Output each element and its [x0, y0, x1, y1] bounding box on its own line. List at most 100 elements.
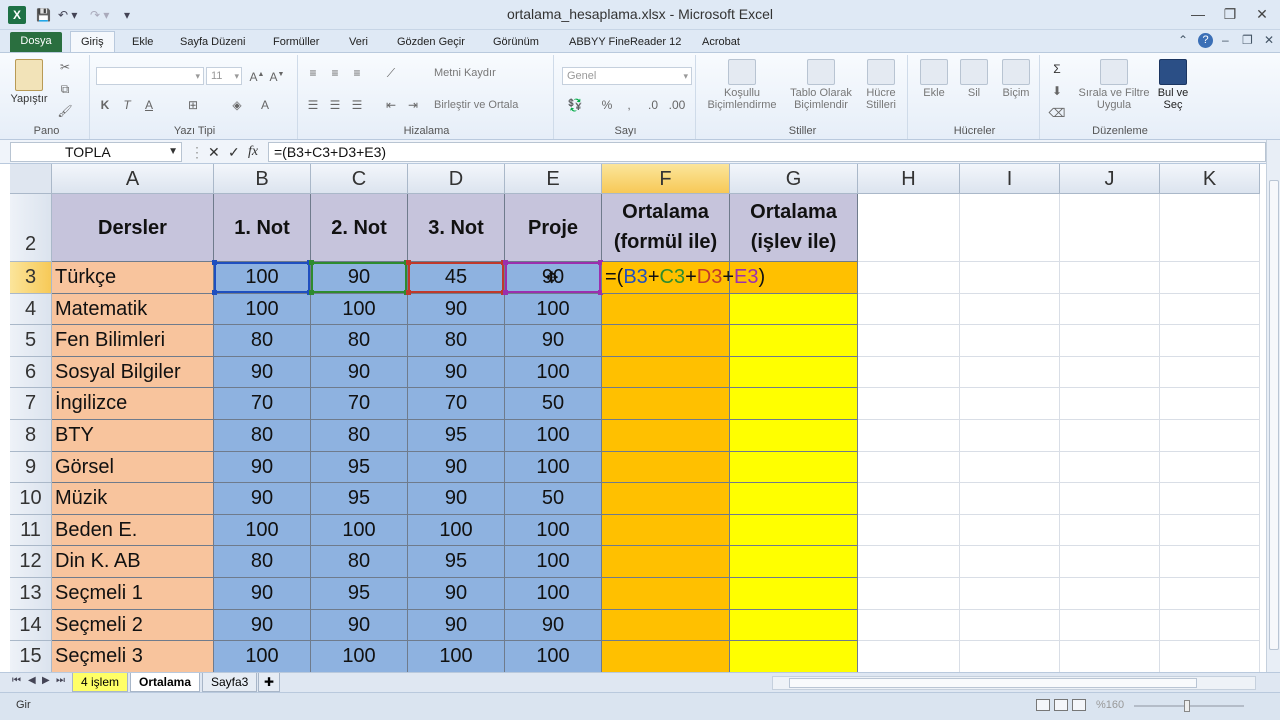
column-header-i[interactable]: I [960, 164, 1060, 194]
empty-cell[interactable] [1160, 325, 1260, 357]
cell-f[interactable] [602, 356, 730, 389]
cell-a[interactable]: Seçmeli 2 [52, 609, 214, 642]
cell-a[interactable]: BTY [52, 420, 214, 452]
cell-d[interactable]: 100 [408, 514, 505, 547]
cell-b[interactable]: 100 [214, 262, 311, 294]
cell-f[interactable] [602, 388, 730, 420]
empty-cell[interactable] [858, 262, 960, 294]
empty-cell[interactable] [960, 420, 1060, 452]
empty-cell[interactable] [858, 514, 960, 547]
font-size-combo[interactable]: 11 ▾ [206, 67, 242, 85]
cell-e[interactable]: 50 [505, 483, 602, 515]
header-cell-b[interactable]: 1. Not [214, 194, 311, 262]
row-header[interactable]: 2 [10, 194, 52, 262]
cell-a[interactable]: İngilizce [52, 388, 214, 420]
empty-cell[interactable] [1060, 420, 1160, 452]
next-sheet-icon[interactable]: ▶ [42, 675, 50, 686]
cell-b[interactable]: 70 [214, 388, 311, 420]
clear-icon[interactable]: ⌫ [1048, 105, 1066, 121]
empty-cell[interactable] [858, 356, 960, 389]
chevron-down-icon[interactable]: ▼ [168, 143, 178, 161]
cell-c[interactable]: 70 [311, 388, 408, 420]
empty-cell[interactable] [858, 293, 960, 326]
sheet-tab-ortalama[interactable]: Ortalama [130, 673, 201, 692]
cell-f[interactable] [602, 514, 730, 547]
align-middle-icon[interactable]: ≡ [326, 65, 344, 81]
cell-b[interactable]: 90 [214, 609, 311, 642]
cell-a[interactable]: Türkçe [52, 262, 214, 294]
cell-b[interactable]: 100 [214, 641, 311, 672]
insert-cells-button[interactable]: Ekle [916, 59, 952, 99]
cell-b[interactable]: 80 [214, 546, 311, 578]
shrink-font-icon[interactable]: A▼ [268, 67, 286, 84]
column-header-j[interactable]: J [1060, 164, 1160, 194]
empty-cell[interactable] [1060, 609, 1160, 642]
cell-g[interactable] [730, 356, 858, 389]
empty-cell[interactable] [858, 451, 960, 484]
cut-icon[interactable]: ✂ [56, 59, 74, 75]
empty-cell[interactable] [1060, 356, 1160, 389]
row-header[interactable]: 4 [10, 293, 52, 326]
cell-b[interactable]: 100 [214, 293, 311, 326]
font-name-combo[interactable]: ▾ [96, 67, 204, 85]
horizontal-scroll-thumb[interactable] [789, 678, 1197, 688]
find-select-button[interactable]: Bul ve Seç [1152, 59, 1194, 111]
format-cells-button[interactable]: Biçim [996, 59, 1036, 99]
header-cell-g[interactable]: Ortalama (işlev ile) [730, 194, 858, 262]
empty-cell[interactable] [1160, 451, 1260, 484]
cell-e[interactable]: 100 [505, 451, 602, 484]
minimize-button[interactable]: — [1186, 4, 1210, 24]
cell-d[interactable]: 90 [408, 609, 505, 642]
horizontal-scrollbar[interactable] [772, 676, 1256, 690]
row-header[interactable]: 5 [10, 325, 52, 357]
empty-cell[interactable] [858, 420, 960, 452]
cell-c[interactable]: 80 [311, 546, 408, 578]
empty-cell[interactable] [960, 483, 1060, 515]
doc-minimize-icon[interactable]: – [1222, 33, 1229, 47]
currency-icon[interactable]: 💱 [566, 97, 584, 113]
empty-cell[interactable] [1160, 514, 1260, 547]
tab-sayfa-duzeni[interactable]: Sayfa Düzeni [180, 33, 245, 51]
underline-button[interactable]: A [140, 97, 158, 113]
cell-c[interactable]: 100 [311, 293, 408, 326]
bold-button[interactable]: K [96, 97, 114, 113]
empty-cell[interactable] [960, 514, 1060, 547]
empty-cell[interactable] [1060, 578, 1160, 610]
cell-c[interactable]: 90 [311, 262, 408, 294]
empty-cell[interactable] [960, 194, 1060, 262]
column-header-d[interactable]: D [408, 164, 505, 194]
empty-cell[interactable] [858, 641, 960, 672]
cell-e[interactable]: 100 [505, 641, 602, 672]
row-header[interactable]: 3 [10, 262, 52, 294]
copy-icon[interactable]: ⧉ [56, 81, 74, 97]
empty-cell[interactable] [1160, 546, 1260, 578]
active-cell-f3[interactable]: =(B3+C3+D3+E3) [602, 262, 765, 294]
increase-indent-icon[interactable]: ⇥ [404, 97, 422, 113]
cell-d[interactable]: 90 [408, 451, 505, 484]
header-cell-e[interactable]: Proje [505, 194, 602, 262]
column-header-a[interactable]: A [52, 164, 214, 194]
zoom-slider[interactable] [1134, 700, 1244, 712]
doc-restore-icon[interactable]: ❐ [1242, 33, 1253, 47]
cell-d[interactable]: 80 [408, 325, 505, 357]
cell-e[interactable]: 100 [505, 293, 602, 326]
cell-g[interactable] [730, 451, 858, 484]
cell-f[interactable] [602, 578, 730, 610]
ribbon-minimize-icon[interactable]: ⌃ [1178, 33, 1188, 47]
cell-d[interactable]: 95 [408, 420, 505, 452]
row-header[interactable]: 13 [10, 578, 52, 610]
empty-cell[interactable] [960, 293, 1060, 326]
cancel-icon[interactable]: ✕ [208, 142, 220, 162]
cell-e[interactable]: 50 [505, 388, 602, 420]
cell-f[interactable] [602, 609, 730, 642]
orientation-icon[interactable]: ⟋ [382, 65, 400, 81]
cell-d[interactable]: 90 [408, 483, 505, 515]
cell-b[interactable]: 90 [214, 451, 311, 484]
prev-sheet-icon[interactable]: ◀ [28, 675, 36, 686]
tab-ekle[interactable]: Ekle [132, 33, 153, 51]
header-cell-d[interactable]: 3. Not [408, 194, 505, 262]
vertical-scroll-thumb[interactable] [1269, 180, 1279, 650]
cell-a[interactable]: Din K. AB [52, 546, 214, 578]
normal-view-icon[interactable] [1036, 699, 1050, 711]
enter-icon[interactable]: ✓ [228, 142, 240, 162]
